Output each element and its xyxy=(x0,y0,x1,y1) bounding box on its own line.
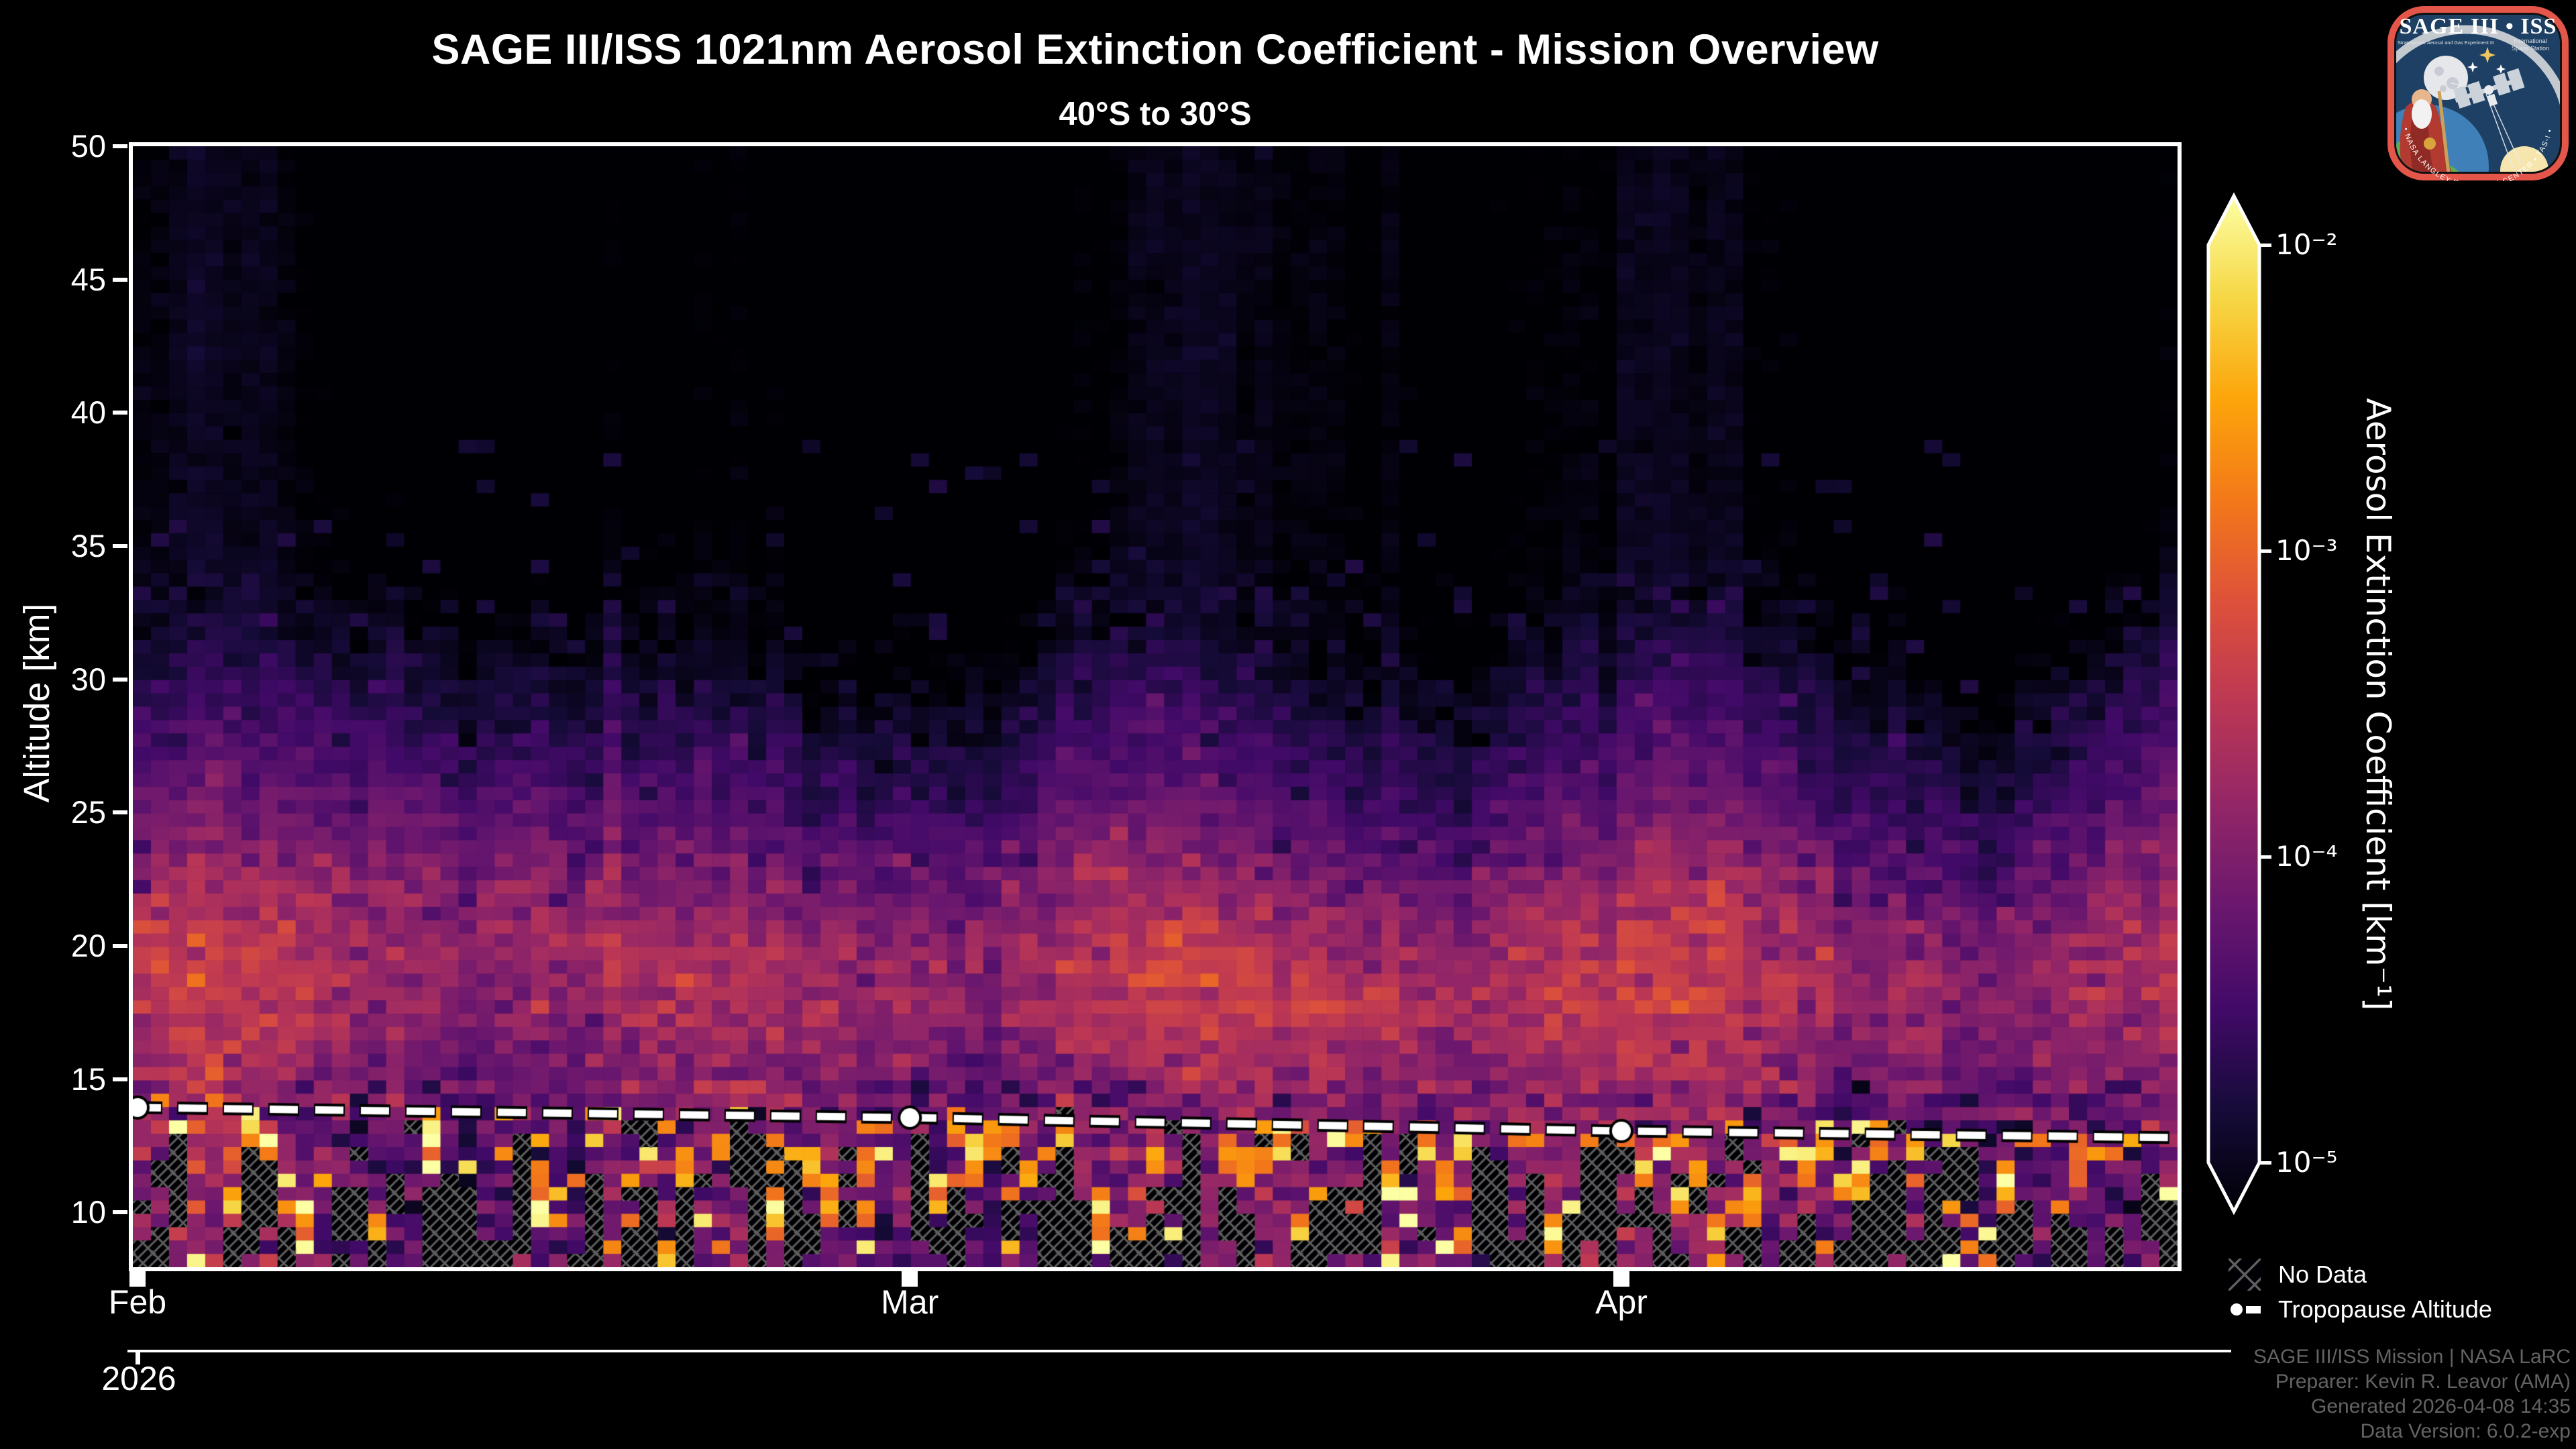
legend-label-tropopause: Tropopause Altitude xyxy=(2278,1295,2492,1323)
colorbar-tick-mark xyxy=(2259,855,2271,859)
year-axis-label: 2026 xyxy=(101,1360,176,1397)
patch-subtitle-right1: International xyxy=(2514,38,2547,44)
x-tick-label: Mar xyxy=(881,1283,939,1321)
y-tick-label: 15 xyxy=(70,1061,106,1097)
y-tick-mark xyxy=(113,943,127,948)
colorbar-tick-label: 10⁻³ xyxy=(2275,533,2338,567)
colorbar-tick-label: 10⁻⁵ xyxy=(2275,1146,2338,1179)
patch-title: SAGE III • ISS xyxy=(2400,14,2557,39)
x-tick-label: Feb xyxy=(108,1283,167,1321)
y-tick-mark xyxy=(113,144,127,148)
y-tick-mark xyxy=(113,1077,127,1081)
credits-footer: SAGE III/ISS Mission | NASA LaRC Preparer… xyxy=(2253,1344,2571,1444)
y-tick-mark xyxy=(113,277,127,282)
y-tick-label: 25 xyxy=(70,794,106,830)
y-axis-title: Altitude [km] xyxy=(17,603,57,803)
y-tick-mark xyxy=(113,543,127,548)
y-tick-mark xyxy=(113,810,127,815)
legend-row-no-data: No Data xyxy=(2229,1257,2492,1292)
y-tick-mark xyxy=(113,411,127,415)
y-tick-label: 35 xyxy=(70,527,106,564)
colorbar-tick-label: 10⁻⁴ xyxy=(2275,840,2338,873)
y-tick-label: 30 xyxy=(70,661,106,697)
sage-iii-iss-mission-patch: SAGE III • ISS Stratospheric Aerosol and… xyxy=(2387,5,2569,181)
patch-subtitle-left: Stratospheric Aerosol and Gas Experiment… xyxy=(2398,40,2494,46)
y-tick-label: 50 xyxy=(70,128,106,164)
y-tick-mark xyxy=(113,677,127,682)
colorbar-tick-label: 10⁻² xyxy=(2275,228,2338,261)
colorbar-tick-mark xyxy=(2259,244,2271,247)
figure-root: SAGE III/ISS 1021nm Aerosol Extinction C… xyxy=(0,0,2576,1449)
heatmap-plot-frame xyxy=(129,142,2182,1271)
no-data-hatch-icon xyxy=(2229,1258,2261,1291)
credit-line: Generated 2026-04-08 14:35 xyxy=(2311,1395,2571,1417)
legend-row-tropopause: Tropopause Altitude xyxy=(2229,1292,2492,1327)
tropopause-line-icon xyxy=(2229,1301,2261,1318)
page-title: SAGE III/ISS 1021nm Aerosol Extinction C… xyxy=(431,26,1879,73)
y-tick-mark xyxy=(113,1210,127,1215)
colorbar-title: Aerosol Extinction Coefficient [km⁻¹] xyxy=(2359,398,2398,1011)
credit-line: Data Version: 6.0.2-exp xyxy=(2360,1420,2571,1442)
colorbar-tick-mark xyxy=(2259,549,2271,553)
year-axis-line xyxy=(127,1350,2231,1352)
page-subtitle: 40°S to 30°S xyxy=(1059,96,1252,132)
y-tick-label: 20 xyxy=(70,927,106,963)
colorbar-tick-mark xyxy=(2259,1161,2271,1165)
credit-line: SAGE III/ISS Mission | NASA LaRC xyxy=(2253,1346,2571,1368)
colorbar xyxy=(2206,192,2261,1216)
credit-line: Preparer: Kevin R. Leavor (AMA) xyxy=(2275,1371,2571,1393)
x-tick-label: Apr xyxy=(1595,1283,1648,1321)
legend-label-no-data: No Data xyxy=(2278,1260,2367,1288)
y-tick-label: 45 xyxy=(70,261,106,297)
y-tick-label: 10 xyxy=(70,1194,106,1230)
legend: No Data Tropopause Altitude xyxy=(2229,1257,2492,1327)
colorbar-gradient xyxy=(2206,192,2261,1216)
patch-subtitle-right2: Space Station xyxy=(2512,45,2549,52)
aerosol-heatmap-canvas xyxy=(133,146,2178,1267)
y-tick-label: 40 xyxy=(70,394,106,431)
